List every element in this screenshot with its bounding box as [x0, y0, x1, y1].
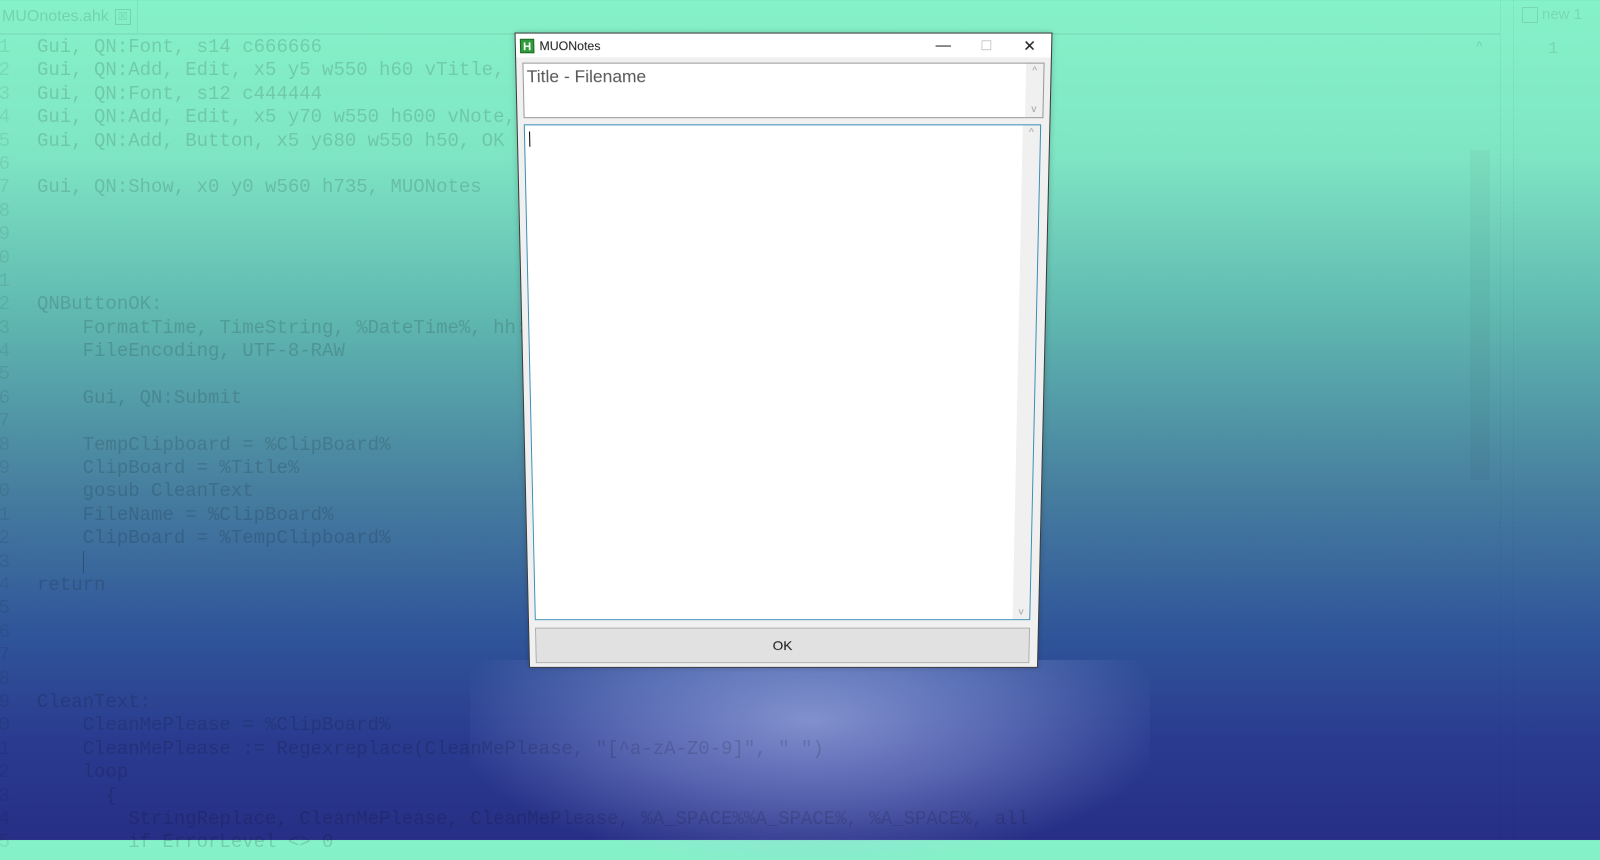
line-number: 27	[0, 644, 10, 667]
line-number: 15	[0, 363, 10, 386]
close-button[interactable]: ✕	[1008, 34, 1052, 58]
second-tab-label: new 1	[1542, 6, 1583, 23]
line-number: 32	[0, 761, 10, 784]
line-number: 25	[0, 597, 10, 620]
editor-scrollbar[interactable]	[1470, 150, 1490, 480]
code-line[interactable]: 32 loop	[0, 761, 1029, 784]
line-number: 31	[0, 737, 10, 760]
scroll-down-icon[interactable]: v	[1025, 104, 1043, 115]
line-number: 29	[0, 690, 10, 713]
code-text: Gui, QN:Font, s12 c444444	[37, 82, 323, 105]
line-number: 5	[0, 129, 10, 152]
app-icon: H	[519, 38, 535, 53]
line-number: 28	[0, 667, 10, 690]
code-line[interactable]: 29 CleanText:	[0, 691, 1029, 714]
line-number: 35	[0, 831, 10, 854]
line-number: 20	[0, 480, 10, 503]
second-editor-tab[interactable]: new 1	[1522, 6, 1582, 23]
line-number: 13	[0, 316, 10, 339]
line-number: 34	[0, 807, 10, 830]
code-text: Gui, QN:Add, Edit, x5 y70 w550 h600 vNot…	[37, 106, 516, 129]
editor-tab[interactable]: MUOnotes.ahk ☒	[0, 0, 138, 33]
code-text: TempClipboard = %ClipBoard%	[37, 433, 391, 456]
code-text: CleanMePlease = %ClipBoard%	[37, 714, 391, 737]
code-line[interactable]: 35 if ErrorLevel <> 0	[0, 831, 1029, 854]
save-icon	[1522, 6, 1538, 23]
line-number: 19	[0, 457, 10, 480]
code-line[interactable]: 31 CleanMePlease := Regexreplace(CleanMe…	[0, 738, 1029, 761]
window-title: MUONotes	[539, 38, 601, 53]
code-text: FileEncoding, UTF-8-RAW	[37, 340, 345, 363]
line-number: 22	[0, 527, 10, 550]
maximize-button[interactable]: ☐	[965, 34, 1009, 58]
line-number: 11	[0, 269, 10, 292]
title-scrollbar[interactable]: ^ v	[1025, 63, 1044, 118]
code-text: gosub CleanText	[37, 480, 254, 503]
code-text: FormatTime, TimeString, %DateTime%, hh:	[37, 316, 528, 339]
line-number: 1	[0, 36, 10, 58]
line-number: 9	[0, 223, 10, 246]
line-number: 18	[0, 433, 10, 456]
code-text: Gui, QN:Submit	[37, 386, 243, 409]
code-text: FileName = %ClipBoard%	[37, 503, 334, 526]
code-text: Gui, QN:Add, Button, x5 y680 w550 h50, O…	[37, 129, 505, 152]
line-number: 2	[0, 59, 10, 82]
code-line[interactable]: 30 CleanMePlease = %ClipBoard%	[0, 714, 1029, 737]
ok-button[interactable]: OK	[534, 627, 1031, 664]
code-text: QNButtonOK:	[37, 293, 163, 316]
scroll-up-icon[interactable]: ^	[1476, 38, 1483, 54]
line-number: 8	[0, 199, 10, 222]
title-bar[interactable]: H MUONotes — ☐ ✕	[515, 33, 1052, 58]
line-number: 10	[0, 246, 10, 269]
code-text: ClipBoard = %Title%	[37, 457, 300, 480]
line-number: 7	[0, 176, 10, 199]
code-text: CleanText:	[37, 690, 152, 713]
line-number: 23	[0, 550, 10, 573]
code-text: StringReplace, CleanMePlease, CleanMePle…	[37, 807, 1029, 830]
scroll-down-icon[interactable]: v	[1013, 607, 1030, 617]
close-tab-icon[interactable]: ☒	[114, 8, 131, 25]
code-text: Gui, QN:Show, x0 y0 w560 h735, MUONotes	[37, 176, 482, 199]
line-number: 12	[0, 293, 10, 316]
line-number: 26	[0, 620, 10, 643]
code-text: loop	[37, 761, 129, 784]
scroll-up-icon[interactable]: ^	[1023, 127, 1041, 138]
code-text: Gui, QN:Font, s14 c666666	[37, 36, 323, 58]
note-textarea[interactable]: ^ v	[523, 124, 1042, 621]
line-number: 4	[0, 106, 10, 129]
editor-tab-label: MUOnotes.ahk	[2, 7, 109, 25]
text-cursor	[529, 131, 531, 147]
editor-caret	[82, 550, 84, 573]
code-text: CleanMePlease := Regexreplace(CleanMePle…	[37, 737, 824, 760]
line-number: 14	[0, 340, 10, 363]
line-number: 30	[0, 714, 10, 737]
title-input[interactable]: Title - Filename ^ v	[522, 62, 1045, 119]
code-text: if ErrorLevel <> 0	[37, 831, 334, 854]
line-number: 24	[0, 573, 10, 596]
code-text: Gui, QN:Add, Edit, x5 y5 w550 h60 vTitle…	[37, 59, 505, 82]
line-number: 33	[0, 784, 10, 807]
pane-splitter[interactable]	[1500, 0, 1514, 840]
code-line[interactable]: 34 StringReplace, CleanMePlease, CleanMe…	[0, 808, 1029, 831]
scroll-up-icon[interactable]: ^	[1026, 66, 1044, 77]
second-pane-line-number: 1	[1548, 40, 1559, 59]
line-number: 3	[0, 82, 10, 105]
line-number: 16	[0, 386, 10, 409]
line-number: 21	[0, 503, 10, 526]
line-number: 17	[0, 410, 10, 433]
minimize-button[interactable]: —	[922, 34, 965, 58]
code-line[interactable]: 33 {	[0, 785, 1029, 808]
code-text: {	[37, 784, 117, 807]
code-text: return	[37, 573, 106, 596]
title-input-value: Title - Filename	[526, 66, 647, 87]
note-scrollbar[interactable]: ^ v	[1012, 125, 1041, 620]
code-text: ClipBoard = %TempClipboard%	[37, 527, 391, 550]
line-number: 6	[0, 152, 10, 175]
muonotes-window: H MUONotes — ☐ ✕ Title - Filename ^ v ^ …	[514, 32, 1053, 668]
